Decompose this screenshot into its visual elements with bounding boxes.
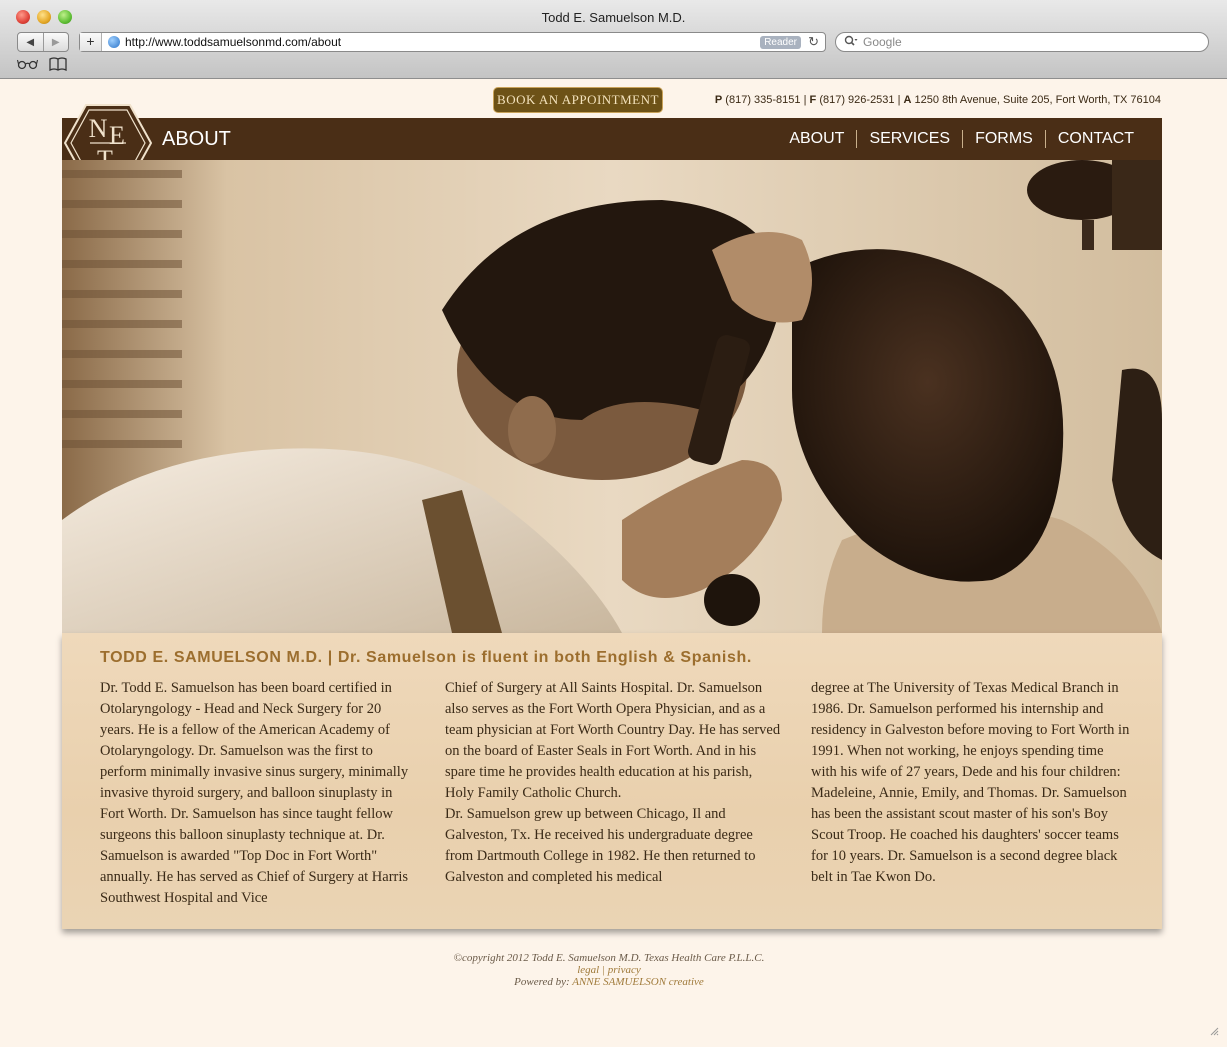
site-footer: ©copyright 2012 Todd E. Samuelson M.D. T… [0, 952, 1218, 988]
web-page: BOOK AN APPOINTMENT P (817) 335-8151 | F… [0, 80, 1218, 1038]
reload-icon[interactable]: ↻ [808, 34, 819, 50]
contact-info: P (817) 335-8151 | F (817) 926-2531 | A … [714, 94, 1161, 106]
bio-column-3: degree at The University of Texas Medica… [811, 680, 1130, 885]
nav-contact[interactable]: CONTACT [1046, 130, 1146, 148]
search-placeholder: Google [863, 35, 902, 49]
bio-paragraph: Chief of Surgery at All Saints Hospital.… [445, 680, 781, 801]
fax-number: (817) 926-2531 [819, 94, 895, 106]
powered-by-label: Powered by: [514, 976, 570, 988]
phone-label: P [714, 94, 723, 106]
book-appointment-button[interactable]: BOOK AN APPOINTMENT [493, 87, 663, 113]
phone-number: (817) 335-8151 [725, 94, 801, 106]
globe-icon [108, 36, 120, 48]
powered-by-link[interactable]: ANNE SAMUELSON creative [572, 976, 704, 988]
nav-forms[interactable]: FORMS [963, 130, 1045, 148]
nav-services[interactable]: SERVICES [857, 130, 962, 148]
bio-panel: TODD E. SAMUELSON M.D. | Dr. Samuelson i… [62, 633, 1162, 929]
nav-about[interactable]: ABOUT [777, 130, 856, 148]
search-field[interactable]: Google [835, 32, 1209, 52]
bio-column-2: Chief of Surgery at All Saints Hospital.… [445, 678, 783, 888]
bio-paragraph: Dr. Samuelson grew up between Chicago, I… [445, 806, 756, 885]
add-bookmark-button[interactable]: + [80, 33, 102, 51]
hero-photo-doctor-exam [62, 160, 1162, 633]
address-label: A [903, 94, 912, 106]
footer-divider: | [601, 964, 606, 976]
browser-window: Todd E. Samuelson M.D. ◀ ▶ + http://www.… [0, 0, 1227, 1047]
bio-heading: TODD E. SAMUELSON M.D. | Dr. Samuelson i… [100, 649, 752, 666]
logo-letter-n: N [89, 114, 108, 143]
legal-link[interactable]: legal [577, 964, 599, 976]
privacy-link[interactable]: privacy [608, 964, 641, 976]
section-title: ABOUT [162, 128, 231, 150]
browser-toolbar: Todd E. Samuelson M.D. ◀ ▶ + http://www.… [0, 0, 1227, 79]
url-text[interactable]: http://www.toddsamuelsonmd.com/about [125, 35, 341, 49]
bookmarks-icon[interactable] [49, 57, 67, 74]
bio-column-1: Dr. Todd E. Samuelson has been board cer… [100, 680, 409, 906]
main-nav: ABOUT SERVICES FORMS CONTACT [777, 130, 1146, 148]
back-button[interactable]: ◀ [18, 33, 43, 51]
forward-button[interactable]: ▶ [42, 33, 69, 51]
copyright-text: ©copyright 2012 Todd E. Samuelson M.D. T… [453, 952, 765, 964]
address-bar[interactable]: + http://www.toddsamuelsonmd.com/about R… [79, 32, 826, 52]
address: 1250 8th Avenue, Suite 205, Fort Worth, … [914, 94, 1161, 106]
reading-list-icon[interactable] [16, 58, 39, 73]
fax-label: F [809, 94, 817, 106]
search-icon [844, 35, 858, 50]
reader-button[interactable]: Reader [760, 36, 801, 49]
history-buttons: ◀ ▶ [17, 32, 69, 52]
resize-grip-icon[interactable] [1209, 1026, 1219, 1039]
window-title: Todd E. Samuelson M.D. [541, 10, 686, 25]
